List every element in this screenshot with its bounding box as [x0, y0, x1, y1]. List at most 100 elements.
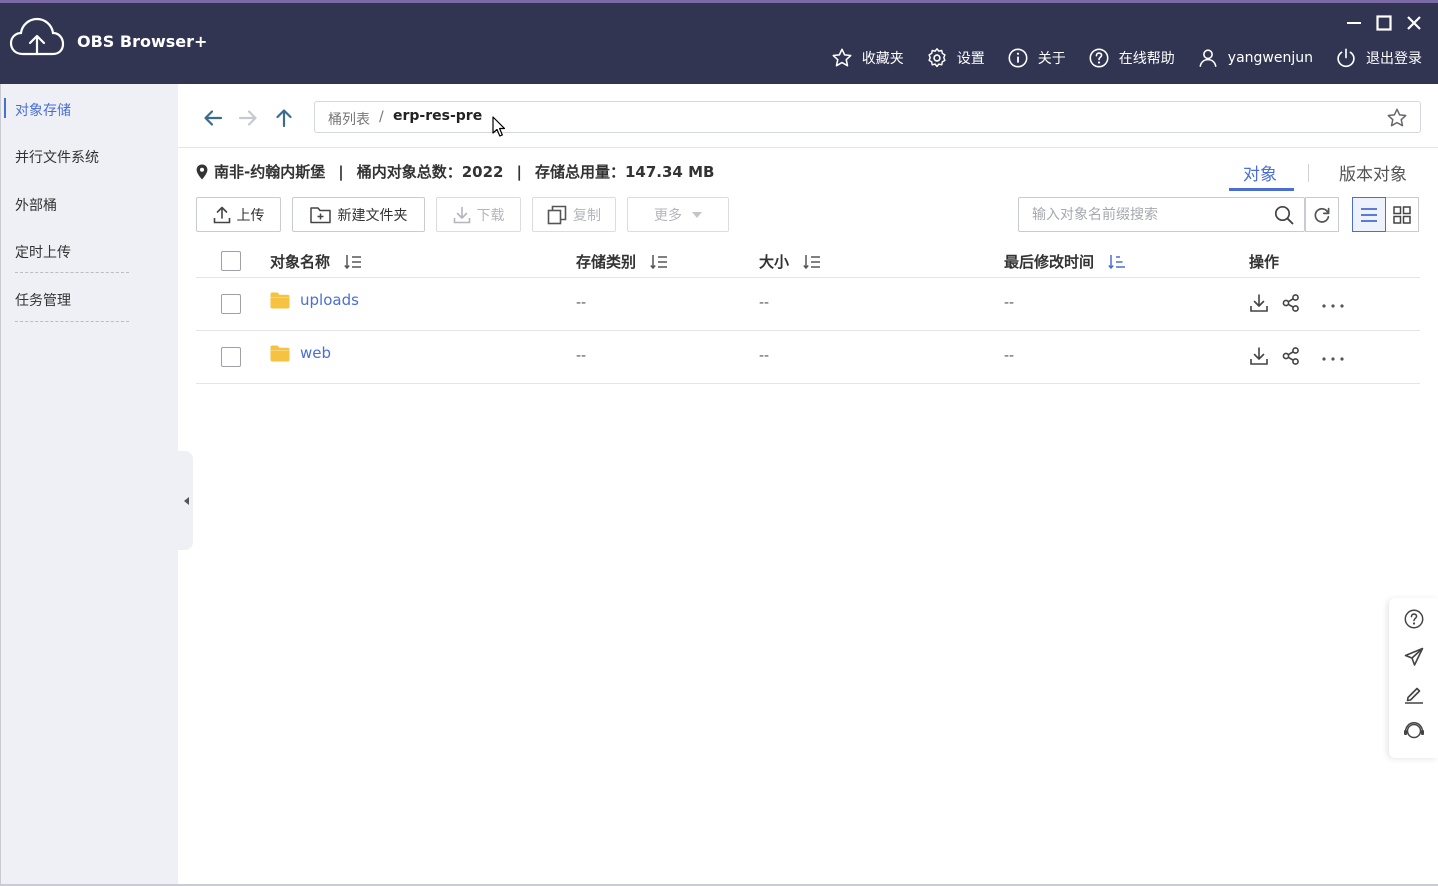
new-folder-label: 新建文件夹 — [337, 207, 408, 224]
cloud-upload-logo-icon — [9, 17, 65, 56]
row-download-button[interactable] — [1249, 293, 1269, 317]
upload-button[interactable]: 上传 — [196, 197, 281, 232]
tab-objects[interactable]: 对象 — [1243, 160, 1277, 185]
row-share-button[interactable] — [1281, 346, 1301, 370]
search-icon — [1274, 205, 1294, 225]
storage-class-cell: -- — [576, 348, 587, 364]
bucket-info: 南非-约翰内斯堡 | 桶内对象总数： 2022 | 存储总用量： 147.34 … — [196, 161, 714, 182]
table-row[interactable]: web -- -- -- — [196, 331, 1420, 384]
column-header-storage-class[interactable]: 存储类别 — [576, 251, 668, 272]
sidebar: 对象存储 并行文件系统 外部桶 定时上传 任务管理 — [0, 84, 178, 886]
row-checkbox[interactable] — [221, 347, 241, 367]
share-icon — [1282, 294, 1299, 312]
gear-icon — [928, 48, 946, 68]
sidebar-item-external-bucket[interactable]: 外部桶 — [15, 195, 57, 215]
column-header-modified[interactable]: 最后修改时间 — [1004, 251, 1126, 272]
menu-settings[interactable]: 设置 — [926, 47, 985, 69]
info-icon — [1008, 48, 1028, 68]
float-help-button[interactable] — [1403, 608, 1425, 630]
sidebar-item-object-storage[interactable]: 对象存储 — [15, 100, 71, 120]
menu-logout-label: 退出登录 — [1366, 51, 1422, 67]
refresh-button[interactable] — [1305, 197, 1339, 232]
new-folder-button[interactable]: 新建文件夹 — [292, 197, 425, 232]
floating-toolbar — [1389, 598, 1438, 758]
column-header-name[interactable]: 对象名称 — [270, 251, 362, 272]
storage-class-cell: -- — [576, 295, 587, 311]
breadcrumb-separator: / — [379, 109, 384, 125]
menu-online-help[interactable]: 在线帮助 — [1088, 47, 1175, 69]
maximize-button[interactable] — [1374, 12, 1394, 34]
sidebar-collapse-toggle[interactable] — [178, 451, 193, 550]
search-input[interactable] — [1020, 199, 1265, 230]
sort-desc-active-icon — [1108, 254, 1126, 269]
object-name-link[interactable]: uploads — [270, 291, 359, 309]
copy-button[interactable]: 复制 — [532, 197, 616, 232]
menu-logout[interactable]: 退出登录 — [1335, 47, 1422, 69]
column-header-actions: 操作 — [1249, 251, 1279, 272]
download-icon — [453, 206, 470, 223]
grid-view-button[interactable] — [1385, 197, 1419, 232]
select-all-checkbox[interactable] — [221, 251, 241, 271]
refresh-icon — [1314, 207, 1330, 223]
caret-left-icon — [183, 496, 189, 505]
menu-favorites[interactable]: 收藏夹 — [831, 47, 904, 69]
paper-plane-icon — [1404, 647, 1424, 666]
table-header: 对象名称 存储类别 大小 最后修改时间 操作 — [196, 240, 1420, 278]
download-button[interactable]: 下载 — [436, 197, 521, 232]
download-icon — [1250, 294, 1268, 312]
list-view-button[interactable] — [1352, 197, 1386, 232]
column-header-size[interactable]: 大小 — [759, 251, 821, 272]
row-checkbox[interactable] — [221, 294, 241, 314]
forward-button[interactable] — [237, 106, 259, 130]
column-header-size-label: 大小 — [759, 253, 790, 271]
sidebar-item-task-management[interactable]: 任务管理 — [15, 290, 71, 310]
table-row[interactable]: uploads -- -- -- — [196, 278, 1420, 331]
row-more-button[interactable] — [1321, 297, 1345, 313]
column-header-actions-label: 操作 — [1249, 253, 1280, 271]
minimize-button[interactable] — [1344, 12, 1364, 34]
section-divider — [178, 147, 1438, 148]
storage-usage-value: 147.34 MB — [624, 162, 715, 181]
tab-divider — [1308, 164, 1309, 182]
folder-icon — [270, 292, 290, 308]
menu-favorites-label: 收藏夹 — [861, 51, 904, 67]
copy-label: 复制 — [573, 207, 601, 224]
object-name-link[interactable]: web — [270, 344, 331, 362]
menu-online-help-label: 在线帮助 — [1118, 51, 1175, 67]
sidebar-item-scheduled-upload[interactable]: 定时上传 — [15, 242, 71, 262]
up-button[interactable] — [273, 106, 295, 130]
menu-about[interactable]: 关于 — [1007, 47, 1066, 69]
arrow-left-icon — [204, 110, 223, 126]
float-edit-button[interactable] — [1403, 683, 1425, 705]
object-table: 对象名称 存储类别 大小 最后修改时间 操作 uploads -- -- -- — [196, 240, 1420, 384]
row-download-button[interactable] — [1249, 346, 1269, 370]
modified-cell: -- — [1004, 295, 1015, 311]
star-icon — [1387, 108, 1407, 127]
upload-label: 上传 — [236, 207, 265, 224]
sidebar-item-parallel-fs[interactable]: 并行文件系统 — [15, 147, 99, 167]
maximize-icon — [1376, 15, 1392, 31]
folder-icon — [270, 345, 290, 361]
column-header-name-label: 对象名称 — [270, 253, 331, 271]
float-send-button[interactable] — [1403, 646, 1425, 668]
breadcrumb-bucket-list[interactable]: 桶列表 — [328, 109, 370, 129]
add-favorite-button[interactable] — [1386, 107, 1408, 133]
column-header-modified-label: 最后修改时间 — [1004, 253, 1095, 271]
object-count-value: 2022 — [461, 162, 504, 181]
menu-user-label: yangwenjun — [1227, 50, 1313, 66]
close-button[interactable] — [1404, 12, 1424, 34]
power-icon — [1337, 48, 1355, 68]
tab-version-objects[interactable]: 版本对象 — [1339, 160, 1407, 185]
row-actions — [1249, 293, 1345, 317]
float-support-button[interactable] — [1403, 720, 1425, 742]
search-button[interactable] — [1274, 205, 1294, 229]
row-share-button[interactable] — [1281, 293, 1301, 317]
more-dropdown[interactable]: 更多 — [627, 197, 729, 232]
arrow-right-icon — [238, 110, 257, 126]
back-button[interactable] — [202, 106, 224, 130]
row-more-button[interactable] — [1321, 350, 1345, 366]
menu-about-label: 关于 — [1037, 51, 1066, 67]
menu-user[interactable]: yangwenjun — [1197, 47, 1313, 69]
address-bar[interactable]: 桶列表 / erp-res-pre — [314, 101, 1421, 133]
close-icon — [1407, 16, 1421, 30]
